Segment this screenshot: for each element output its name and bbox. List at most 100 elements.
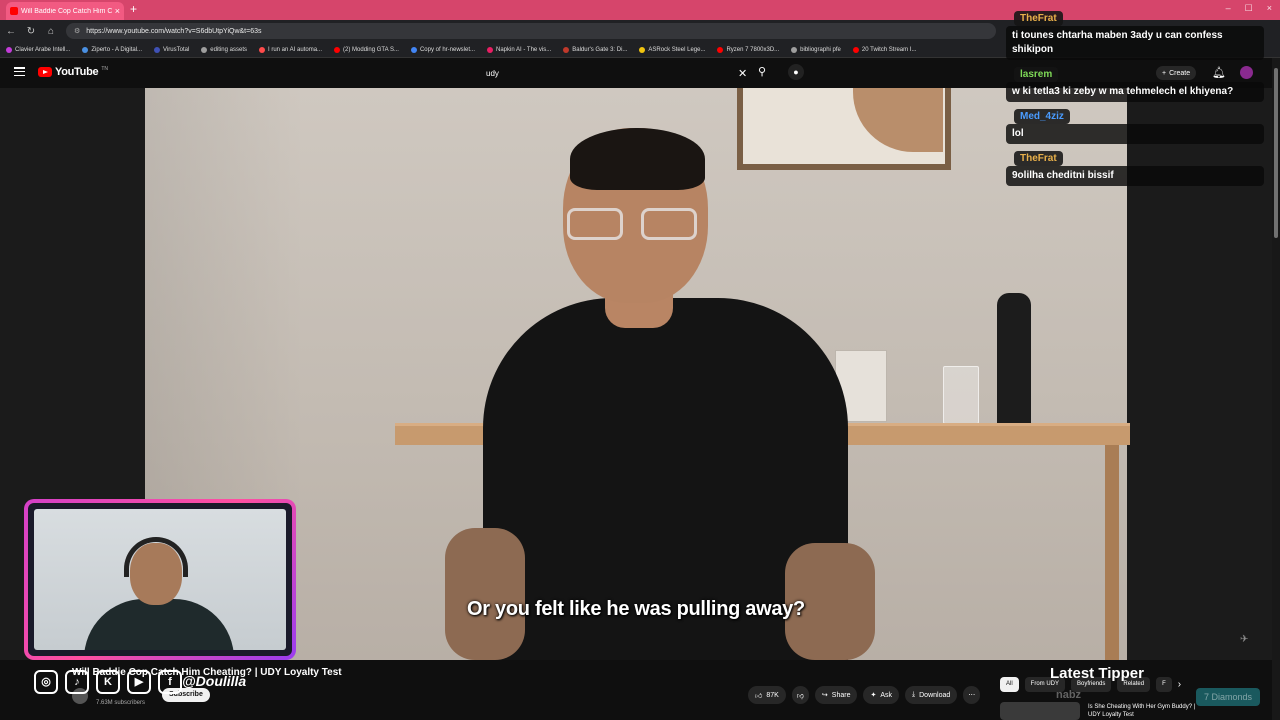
bookmark-item[interactable]: I run an AI automa...	[259, 46, 323, 53]
eyeglasses	[563, 208, 703, 242]
bookmark-favicon-icon	[201, 46, 208, 53]
tiktok-icon: ♪	[65, 670, 89, 694]
download-button[interactable]: ⤓ Download	[905, 686, 958, 704]
webcam-feed	[34, 509, 286, 650]
wall-painting	[737, 88, 951, 170]
bookmark-item[interactable]: ASRock Steel Lege...	[639, 46, 706, 53]
share-icon: ↪	[821, 692, 828, 699]
ask-button[interactable]: ✦ Ask	[863, 686, 900, 704]
youtube-favicon-icon	[10, 7, 18, 15]
dislike-button[interactable]: 👎︎	[791, 686, 809, 704]
chat-text: lol	[1006, 124, 1264, 144]
bookmark-label: VirusTotal	[163, 46, 190, 53]
bookmark-label: Copy of hr-newslet...	[419, 46, 475, 53]
thumbs-up-icon: 👍︎	[755, 692, 763, 700]
more-icon: ⋯	[968, 692, 976, 699]
chat-message: Med_4ziz lol	[1006, 106, 1264, 144]
chat-username: Med_4ziz	[1014, 109, 1070, 124]
person-hair	[570, 128, 705, 190]
bookmark-item[interactable]: Copy of hr-newslet...	[410, 46, 475, 53]
bookmark-label: Ryzen 7 7800x3D...	[726, 46, 780, 53]
hamburger-menu-icon[interactable]	[14, 67, 25, 76]
search-input[interactable]: udy	[480, 69, 738, 78]
bookmark-favicon-icon	[487, 46, 493, 53]
youtube-logo[interactable]: YouTube TN	[38, 66, 108, 78]
bookmark-item[interactable]: 20 Twitch Stream I...	[852, 46, 917, 53]
bookmark-favicon-icon	[334, 46, 341, 53]
chat-username: TheFrat	[1014, 151, 1063, 166]
latest-tipper-label: Latest Tipper	[1050, 665, 1144, 682]
scrollbar-thumb[interactable]	[1274, 68, 1278, 238]
new-tab-button[interactable]: +	[130, 2, 137, 16]
chat-message: lasrem w ki tetla3 ki zeby w ma tehmelech…	[1006, 64, 1264, 102]
bookmark-item[interactable]: Baldur's Gate 3: Di...	[563, 46, 627, 53]
bookmark-item[interactable]: (2) Modding GTA S...	[334, 46, 399, 53]
bookmark-label: bibliographi pfe	[800, 46, 841, 53]
webcam-overlay	[24, 499, 296, 660]
bookmark-favicon-icon	[852, 46, 859, 53]
tab-close-icon[interactable]: ×	[115, 6, 120, 16]
chips-next-icon[interactable]: ›	[1178, 679, 1181, 690]
download-icon: ⤓	[912, 691, 916, 698]
bookmark-label: 20 Twitch Stream I...	[861, 46, 917, 53]
bookmark-item[interactable]: VirusTotal	[154, 46, 190, 53]
person-left-arm	[445, 528, 525, 660]
bookmark-item[interactable]: Ziperto - A Digital...	[82, 46, 143, 53]
filter-chip[interactable]: All	[1000, 677, 1019, 692]
facebook-icon: f	[158, 670, 182, 694]
share-button[interactable]: ↪ Share	[814, 686, 858, 704]
bookmark-favicon-icon	[639, 46, 646, 53]
chat-overlay: TheFrat ti tounes chtarha maben 3ady u ca…	[1006, 8, 1264, 190]
kick-icon: K	[96, 670, 120, 694]
reload-icon[interactable]: ↻	[26, 26, 36, 37]
bookmark-item[interactable]: bibliographi pfe	[791, 46, 841, 53]
bookmark-label: ASRock Steel Lege...	[648, 46, 706, 53]
bookmark-item[interactable]: Napkin AI - The vis...	[487, 46, 552, 53]
streamer-handle: @Doulilla	[182, 673, 247, 689]
video-actions: 👍︎ 87K 👎︎ ↪ Share ✦ Ask ⤓ Download ⋯	[748, 686, 981, 704]
browser-tab[interactable]: Will Baddie Cop Catch Him Cheati ×	[6, 2, 124, 20]
filter-chip[interactable]: F	[1156, 677, 1172, 692]
sparkle-icon: ✦	[870, 692, 877, 699]
like-button[interactable]: 👍︎ 87K	[748, 686, 786, 704]
bookmark-label: Napkin AI - The vis...	[496, 46, 552, 53]
bookmark-item[interactable]: Clavier Arabe Intell...	[6, 46, 70, 53]
clear-search-icon[interactable]: ✕	[738, 67, 750, 80]
address-bar[interactable]: ⚙ https://www.youtube.com/watch?v=S6dbUt…	[66, 23, 996, 39]
home-icon[interactable]: ⌂	[46, 26, 56, 37]
search-icon[interactable]: ⚲	[754, 65, 770, 81]
bookmark-favicon-icon	[410, 46, 417, 53]
thumbs-down-icon: 👎︎	[796, 692, 804, 700]
more-actions-button[interactable]: ⋯	[963, 686, 981, 704]
download-label: Download	[919, 691, 951, 699]
page-scrollbar[interactable]	[1272, 58, 1280, 720]
chat-message: TheFrat 9olilha cheditni bissif	[1006, 148, 1264, 186]
chat-username: lasrem	[1014, 67, 1059, 82]
chat-text: ti tounes chtarha maben 3ady u can confe…	[1006, 26, 1264, 60]
url-text[interactable]: https://www.youtube.com/watch?v=S6dbUtpY…	[86, 28, 261, 35]
site-info-icon[interactable]: ⚙	[74, 27, 80, 35]
bookmark-favicon-icon	[717, 46, 724, 53]
instagram-icon: ◎	[34, 670, 58, 694]
microphone-icon[interactable]: ●	[788, 64, 804, 80]
bookmark-favicon-icon	[259, 46, 265, 53]
bookmark-item[interactable]: editing assets	[201, 46, 247, 53]
chat-text: w ki tetla3 ki zeby w ma tehmelech el kh…	[1006, 82, 1264, 102]
share-label: Share	[831, 691, 851, 699]
recommendation-thumbnail[interactable]	[1000, 702, 1080, 720]
bookmark-favicon-icon	[563, 46, 570, 53]
back-icon[interactable]: ←	[6, 26, 16, 37]
subscriber-count: 7.63M subscribers	[96, 700, 146, 706]
youtube-logo-text: YouTube	[55, 66, 99, 78]
like-count: 87K	[766, 691, 779, 699]
search-box[interactable]: udy ✕	[480, 64, 750, 82]
recommendation-title[interactable]: Is She Cheating With Her Gym Buddy? | UD…	[1088, 703, 1200, 719]
chat-username: TheFrat	[1014, 11, 1063, 26]
window-close-icon[interactable]: ×	[1267, 3, 1272, 14]
youtube-play-icon	[38, 67, 52, 77]
bookmark-label: I run an AI automa...	[268, 46, 323, 53]
youtube-social-icon: ▶	[127, 670, 151, 694]
tab-title: Will Baddie Cop Catch Him Cheati	[21, 7, 112, 15]
bookmark-item[interactable]: Ryzen 7 7800x3D...	[717, 46, 780, 53]
bookmark-label: Ziperto - A Digital...	[91, 46, 143, 53]
